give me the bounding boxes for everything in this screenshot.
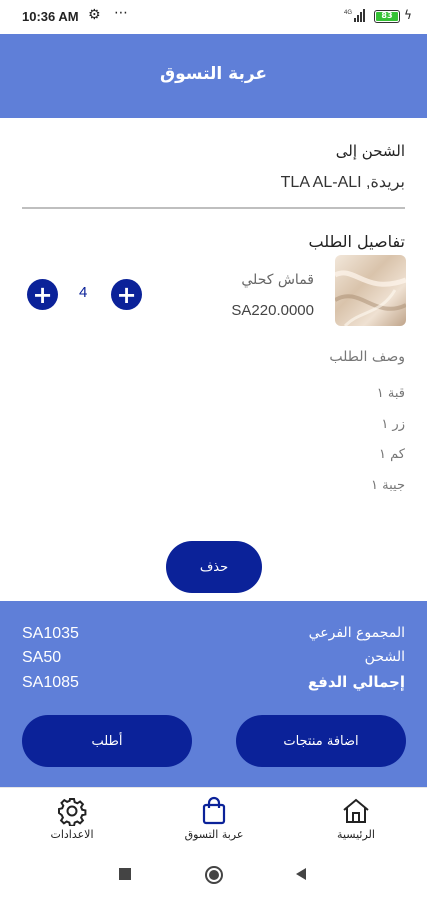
- plus-icon: +: [116, 280, 137, 309]
- nav-settings[interactable]: الاعدادات: [22, 796, 122, 841]
- home-icon: [343, 798, 369, 823]
- description-item: جيبة ١: [371, 478, 405, 493]
- nav-home[interactable]: الرئيسية: [306, 796, 406, 841]
- more-notifications-icon: ⋯: [114, 5, 129, 21]
- quantity-value: 4: [79, 284, 88, 301]
- cart-screen: 10:36 AM ⚙ ⋯ 4G 83 ϟ عربة التسوق الشحن إ…: [0, 0, 427, 900]
- settings-status-icon: ⚙: [88, 7, 101, 23]
- shopping-bag-icon: [202, 796, 226, 825]
- shipping-cost-value: SA50: [22, 649, 62, 666]
- bottom-navigation: الاعدادات عربة التسوق الرئيسية: [0, 787, 427, 851]
- subtotal-label: المجموع الفرعي: [308, 625, 405, 641]
- system-navigation-bar: [0, 851, 427, 900]
- subtotal-value: SA1035: [22, 625, 79, 642]
- nav-cart-label: عربة التسوق: [184, 828, 244, 841]
- total-value: SA1085: [22, 674, 79, 691]
- shipping-address[interactable]: TLA AL-ALI ,بريدة: [281, 172, 405, 192]
- total-label: إجمالي الدفع: [307, 673, 405, 691]
- status-bar: 10:36 AM ⚙ ⋯ 4G 83 ϟ: [0, 0, 427, 34]
- signal-icon: 4G: [344, 9, 365, 22]
- recent-apps-icon[interactable]: [118, 867, 132, 881]
- description-item: زر ١: [381, 417, 405, 432]
- shipping-cost-label: الشحن: [364, 649, 405, 665]
- back-icon[interactable]: [294, 867, 308, 881]
- nav-cart[interactable]: عربة التسوق: [164, 796, 264, 841]
- home-circle-icon[interactable]: [204, 865, 224, 885]
- battery-icon: 83: [374, 10, 400, 23]
- order-details-title: تفاصيل الطلب: [308, 232, 406, 251]
- product-price: SA220.0000: [231, 302, 314, 319]
- description-item: قبة ١: [376, 386, 405, 401]
- decrease-quantity-button[interactable]: +: [111, 279, 142, 310]
- app-header: عربة التسوق: [0, 34, 427, 118]
- network-type-label: 4G: [344, 10, 352, 16]
- delete-button[interactable]: حذف: [166, 541, 262, 593]
- divider: [22, 207, 405, 209]
- gear-icon: [58, 798, 87, 826]
- product-name: قماش كحلي: [241, 272, 314, 288]
- status-time: 10:36 AM: [22, 9, 79, 24]
- add-products-button[interactable]: اضافة منتجات: [236, 715, 406, 767]
- description-item: كم ١: [379, 447, 405, 462]
- nav-settings-label: الاعدادات: [50, 828, 94, 841]
- shipping-title: الشحن إلى: [335, 142, 405, 160]
- increase-quantity-button[interactable]: +: [27, 279, 58, 310]
- page-title: عربة التسوق: [159, 64, 268, 84]
- nav-home-label: الرئيسية: [337, 828, 375, 841]
- plus-icon: +: [32, 280, 53, 309]
- battery-level: 83: [376, 12, 398, 21]
- charging-icon: ϟ: [404, 8, 412, 22]
- product-image: [335, 255, 406, 326]
- place-order-button[interactable]: أطلب: [22, 715, 192, 767]
- order-description-title: وصف الطلب: [329, 349, 405, 365]
- fabric-image: [335, 255, 406, 326]
